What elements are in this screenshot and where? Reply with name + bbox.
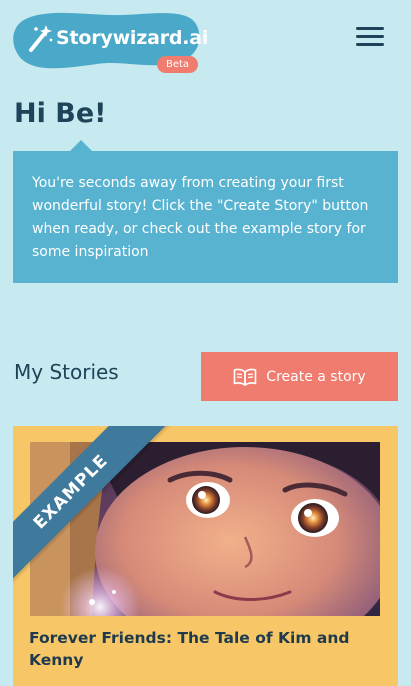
create-story-button-label: Create a story	[266, 368, 366, 385]
magic-wand-icon	[29, 25, 53, 52]
open-book-icon	[233, 368, 257, 386]
story-card[interactable]: EXAMPLE Forever Friends: The Tale of Kim…	[13, 426, 398, 686]
story-title: Forever Friends: The Tale of Kim and Ken…	[29, 629, 350, 669]
info-callout: You're seconds away from creating your f…	[13, 140, 398, 283]
menu-bar-bottom	[356, 43, 384, 46]
create-story-button[interactable]: Create a story	[201, 352, 398, 401]
greeting-heading: Hi Be!	[14, 98, 107, 129]
menu-bar-top	[356, 27, 384, 30]
hamburger-menu-icon[interactable]	[352, 22, 388, 52]
info-callout-arrow	[70, 140, 92, 151]
menu-bar-middle	[356, 35, 384, 38]
my-stories-title: My Stories	[14, 360, 119, 384]
beta-badge: Beta	[157, 56, 199, 73]
info-callout-text: You're seconds away from creating your f…	[32, 175, 369, 260]
logo[interactable]: Storywizard.ai Beta	[12, 10, 208, 78]
logo-text: Storywizard.ai	[56, 27, 209, 49]
